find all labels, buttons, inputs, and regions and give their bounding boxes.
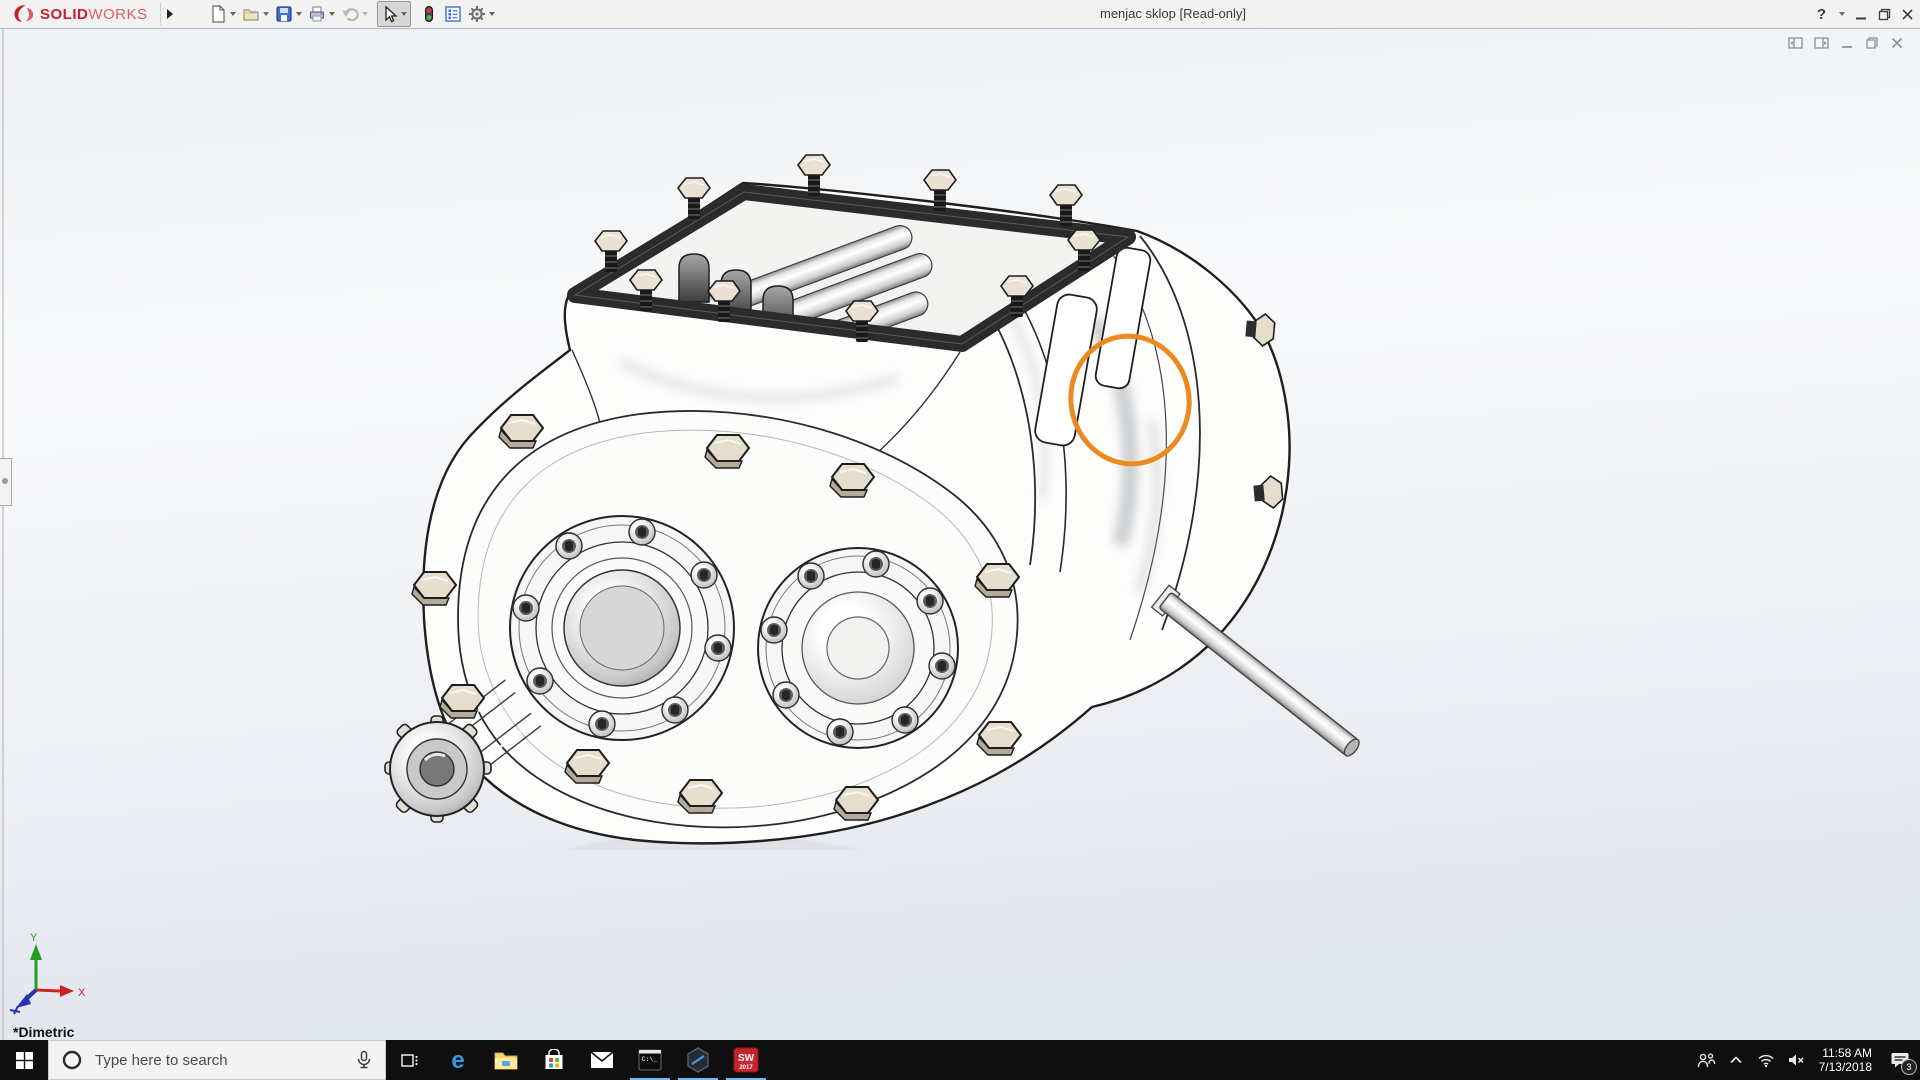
undo-button[interactable]	[338, 2, 371, 26]
store-icon	[545, 1049, 563, 1069]
flyout-arrow-icon	[167, 9, 173, 19]
tray-time: 11:58 AM	[1822, 1046, 1872, 1060]
svg-text:e: e	[451, 1047, 464, 1073]
app-restore-button[interactable]	[1878, 8, 1891, 21]
start-button[interactable]	[0, 1040, 48, 1080]
edge-icon: e	[451, 1047, 464, 1073]
taskbar-search-box[interactable]	[48, 1040, 386, 1080]
solidworks-logo-icon	[14, 5, 34, 22]
command-prompt-icon: C:\_	[638, 1049, 662, 1071]
toolbar-flyout-arrow[interactable]	[160, 3, 179, 25]
spline-coupling-end	[384, 715, 492, 823]
system-tray: 11:58 AM 7/13/2018 3	[1691, 1040, 1920, 1080]
pane-handle-dot	[2, 478, 8, 484]
show-left-pane-button[interactable]	[1788, 36, 1803, 50]
volume-button[interactable]	[1781, 1040, 1811, 1080]
taskbar-app-mail[interactable]	[578, 1040, 626, 1080]
undo-icon	[342, 8, 359, 22]
taskbar-app-command-prompt[interactable]: C:\_	[626, 1040, 674, 1080]
task-view-button[interactable]	[386, 1040, 434, 1080]
solidworks-2017-icon: SW 2017	[733, 1047, 759, 1073]
show-right-pane-button[interactable]	[1814, 36, 1829, 50]
hexagon-app-icon	[687, 1047, 709, 1073]
save-floppy-icon	[276, 6, 292, 22]
app-close-button[interactable]	[1901, 8, 1914, 21]
notification-count-badge: 3	[1901, 1059, 1917, 1075]
tray-overflow-button[interactable]	[1721, 1040, 1751, 1080]
windows-taskbar: e C:\_ SW 2017	[0, 1040, 1920, 1080]
file-properties-button[interactable]	[441, 2, 465, 26]
help-dropdown[interactable]	[1839, 12, 1845, 16]
wifi-icon	[1758, 1054, 1774, 1068]
options-dropdown[interactable]	[489, 12, 495, 16]
search-input[interactable]	[93, 1050, 355, 1070]
microphone-icon[interactable]	[355, 1050, 373, 1070]
svg-text:C:\_: C:\_	[642, 1056, 658, 1063]
triad-x-label: X	[78, 987, 86, 999]
taskbar-app-hexagon[interactable]	[674, 1040, 722, 1080]
solidworks-logo: SOLIDWORKS	[10, 2, 148, 26]
action-center-button[interactable]: 3	[1880, 1040, 1920, 1080]
new-document-button[interactable]	[206, 2, 239, 26]
rebuild-traffic-light-icon	[425, 6, 433, 22]
file-properties-icon	[445, 6, 461, 22]
featuremanager-collapsed-tab[interactable]	[0, 458, 12, 506]
task-view-icon	[401, 1053, 418, 1067]
left-bearing-cover	[509, 515, 735, 741]
brand-works: WORKS	[88, 5, 148, 23]
options-button[interactable]	[465, 2, 498, 26]
rebuild-button[interactable]	[417, 2, 441, 26]
new-document-icon	[212, 5, 225, 23]
print-button[interactable]	[305, 2, 338, 26]
doc-minimize-button[interactable]	[1840, 36, 1854, 50]
windows-logo-icon	[15, 1051, 33, 1069]
main-toolbar	[206, 1, 498, 27]
save-button[interactable]	[272, 2, 305, 26]
select-tool-dropdown[interactable]	[401, 12, 407, 16]
print-icon	[309, 6, 325, 22]
taskbar-app-store[interactable]	[530, 1040, 578, 1080]
triad-y-label: Y	[30, 932, 38, 944]
right-bearing-cover	[757, 547, 959, 749]
app-minimize-button[interactable]	[1855, 8, 1868, 21]
open-dropdown[interactable]	[263, 12, 269, 16]
tray-date: 7/13/2018	[1818, 1060, 1872, 1074]
people-button[interactable]	[1691, 1040, 1721, 1080]
svg-text:2017: 2017	[739, 1065, 753, 1071]
viewport-3d[interactable]: Y X *Dimetric	[0, 0, 1920, 1080]
taskbar-app-solidworks[interactable]: SW 2017	[722, 1040, 770, 1080]
options-gear-icon	[469, 6, 485, 22]
titlebar: SOLIDWORKS menjac sklop [Read-only] ?	[0, 0, 1920, 29]
select-cursor-icon	[385, 5, 398, 23]
new-document-dropdown[interactable]	[230, 12, 236, 16]
doc-close-button[interactable]	[1890, 36, 1904, 50]
svg-text:SW: SW	[738, 1053, 755, 1064]
taskbar-app-file-explorer[interactable]	[482, 1040, 530, 1080]
document-window-controls	[1788, 36, 1904, 50]
undo-dropdown[interactable]	[362, 12, 368, 16]
print-dropdown[interactable]	[329, 12, 335, 16]
help-button[interactable]: ?	[1817, 6, 1826, 23]
file-explorer-icon	[494, 1052, 518, 1070]
open-folder-icon	[243, 9, 259, 21]
save-dropdown[interactable]	[296, 12, 302, 16]
brand-solid: SOLID	[40, 5, 89, 23]
doc-restore-button[interactable]	[1865, 36, 1879, 50]
chevron-up-icon	[1730, 1056, 1742, 1064]
mail-icon	[590, 1051, 614, 1068]
window-title: menjac sklop [Read-only]	[1100, 6, 1246, 21]
cortana-icon	[62, 1050, 82, 1070]
network-button[interactable]	[1751, 1040, 1781, 1080]
speaker-muted-icon	[1788, 1054, 1804, 1066]
people-icon	[1697, 1052, 1715, 1067]
taskbar-app-edge[interactable]: e	[434, 1040, 482, 1080]
taskbar-clock[interactable]: 11:58 AM 7/13/2018	[1811, 1046, 1880, 1074]
view-orientation-label: *Dimetric	[13, 1024, 75, 1040]
open-button[interactable]	[239, 2, 272, 26]
select-tool-button[interactable]	[377, 1, 411, 27]
